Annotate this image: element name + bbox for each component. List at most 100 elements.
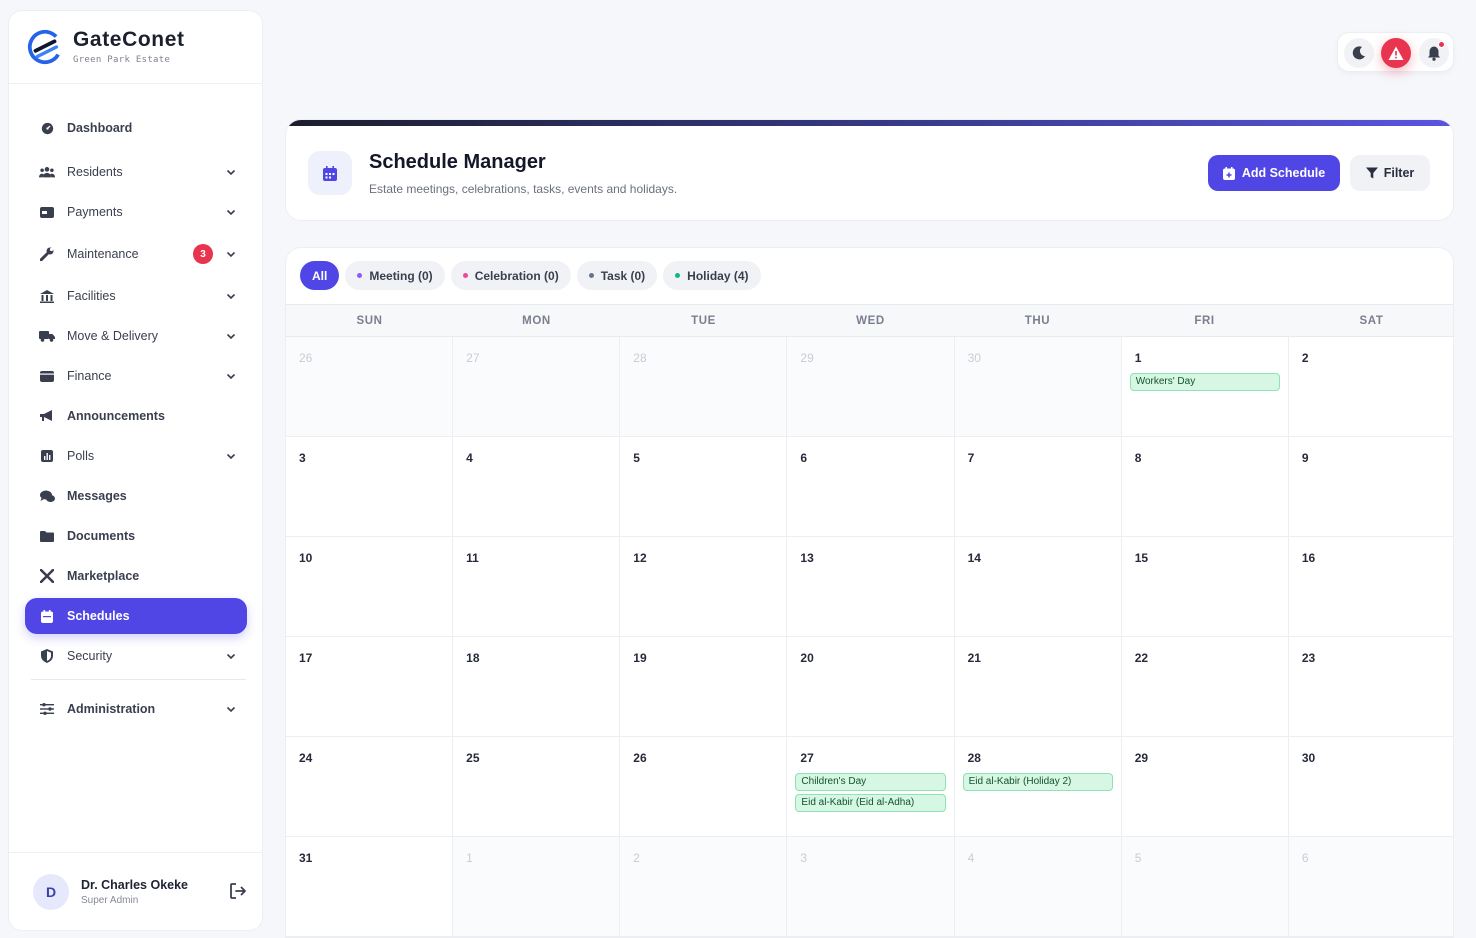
calendar-day[interactable]: 13	[787, 537, 955, 636]
sidebar-item-facilities[interactable]: Facilities	[25, 278, 247, 314]
calendar-day[interactable]: 24	[286, 737, 454, 836]
calendar-day[interactable]: 12	[620, 537, 788, 636]
weekday-label: SUN	[356, 315, 383, 327]
building-icon	[39, 288, 55, 304]
calendar-day[interactable]: 16	[1289, 537, 1453, 636]
megaphone-icon	[39, 408, 55, 424]
day-events: Eid al-Kabir (Holiday 2)	[962, 773, 1113, 794]
calendar-plus-icon	[1222, 166, 1235, 180]
calendar-day-other-month[interactable]: 3	[787, 837, 955, 936]
sidebar-item-residents[interactable]: Residents	[25, 154, 247, 190]
calendar-day[interactable]: 7	[955, 437, 1122, 536]
day-number: 31	[299, 851, 313, 865]
sidebar-item-finance[interactable]: Finance	[25, 358, 247, 394]
sidebar-item-dashboard[interactable]: Dashboard	[25, 110, 247, 146]
calendar-day[interactable]: 27 Children's Day Eid al-Kabir (Eid al-Adh…	[787, 737, 955, 836]
filter-chip-celebration[interactable]: Celebration (0)	[450, 261, 571, 290]
truck-icon	[39, 328, 55, 344]
calendar-day-other-month[interactable]: 27	[453, 337, 621, 436]
calendar-day-other-month[interactable]: 4	[954, 837, 1122, 936]
calendar-day[interactable]: 15	[1122, 537, 1289, 636]
calendar-day[interactable]: 29	[1122, 737, 1289, 836]
calendar-day[interactable]: 3	[286, 437, 454, 536]
calendar-day[interactable]: 30	[1289, 737, 1453, 836]
calendar-day[interactable]: 8	[1122, 437, 1289, 536]
calendar-day[interactable]: 31	[286, 837, 454, 936]
calendar-day[interactable]: 2	[1289, 337, 1453, 436]
calendar-day[interactable]: 11	[453, 537, 621, 636]
sidebar-item-label: Messages	[67, 489, 127, 503]
notifications-button[interactable]	[1419, 38, 1449, 68]
sidebar-item-messages[interactable]: Messages	[25, 478, 247, 514]
brand[interactable]: GateConet Green Park Estate	[9, 11, 262, 84]
calendar-day[interactable]: 26	[620, 737, 788, 836]
calendar-week-row: 26 27 28 29 30 1 Workers' Day 2	[286, 337, 1453, 437]
sidebar-item-documents[interactable]: Documents	[25, 518, 247, 554]
calendar-day[interactable]: 20	[787, 637, 955, 736]
day-number: 6	[800, 451, 808, 465]
calendar-day-other-month[interactable]: 5	[1121, 837, 1289, 936]
calendar-day[interactable]: 10	[286, 537, 454, 636]
filter-button[interactable]: Filter	[1350, 155, 1430, 191]
calendar-day-other-month[interactable]: 28	[620, 337, 788, 436]
calendar-week-row: 10 11 12 13 14 15 16	[286, 537, 1453, 637]
wallet-icon	[39, 368, 55, 384]
calendar-day[interactable]: 28 Eid al-Kabir (Holiday 2)	[955, 737, 1122, 836]
calendar-weeks: 26 27 28 29 30 1 Workers' Day 2 3 4 5 6 7 8 9 10 11 12 13 1…	[286, 337, 1453, 937]
calendar-day[interactable]: 6	[787, 437, 955, 536]
top-toolbar	[1337, 32, 1454, 72]
calendar-day[interactable]: 18	[453, 637, 621, 736]
holiday-event[interactable]: Eid al-Kabir (Holiday 2)	[962, 773, 1113, 791]
sidebar-item-schedules[interactable]: Schedules	[25, 598, 247, 634]
sidebar-item-label: Security	[67, 649, 113, 663]
sidebar-item-polls[interactable]: Polls	[25, 438, 247, 474]
calendar-day-other-month[interactable]: 6	[1288, 837, 1453, 936]
holiday-event[interactable]: Eid al-Kabir (Eid al-Adha)	[795, 794, 946, 812]
sidebar-item-label: Maintenance	[67, 247, 139, 261]
holiday-event[interactable]: Children's Day	[795, 773, 946, 791]
add-schedule-button[interactable]: Add Schedule	[1208, 155, 1340, 191]
user-role: Super Admin	[81, 894, 139, 906]
calendar-day[interactable]: 25	[453, 737, 621, 836]
calendar-day[interactable]: 9	[1289, 437, 1453, 536]
calendar-day[interactable]: 1 Workers' Day	[1122, 337, 1289, 436]
calendar-day-other-month[interactable]: 2	[620, 837, 788, 936]
calendar-day[interactable]: 5	[620, 437, 788, 536]
calendar-day-other-month[interactable]: 1	[453, 837, 621, 936]
chip-label: Meeting (0)	[369, 268, 433, 283]
dark-mode-toggle[interactable]	[1344, 38, 1374, 68]
day-number: 26	[299, 351, 313, 365]
page-subtitle: Estate meetings, celebrations, tasks, ev…	[369, 182, 678, 196]
filter-chip-task[interactable]: Task (0)	[576, 261, 658, 290]
sidebar-item-administration[interactable]: Administration	[25, 691, 247, 727]
holiday-event[interactable]: Workers' Day	[1129, 373, 1280, 391]
emergency-alert-button[interactable]	[1381, 38, 1411, 68]
calendar-day[interactable]: 23	[1289, 637, 1453, 736]
sliders-icon	[39, 701, 55, 717]
user-profile[interactable]: D Dr. Charles Okeke Super Admin	[9, 852, 262, 930]
filter-chip-all[interactable]: All	[300, 261, 340, 290]
calendar-day[interactable]: 4	[453, 437, 621, 536]
sidebar-item-marketplace[interactable]: Marketplace	[25, 558, 247, 594]
sidebar-item-security[interactable]: Security	[25, 638, 247, 674]
calendar-day-other-month[interactable]: 29	[787, 337, 955, 436]
filter-chip-holiday[interactable]: Holiday (4)	[663, 261, 761, 290]
calendar-day[interactable]: 19	[620, 637, 788, 736]
sidebar-item-move-delivery[interactable]: Move & Delivery	[25, 318, 247, 354]
filter-chip-meeting[interactable]: Meeting (0)	[345, 261, 445, 290]
sidebar-item-announcements[interactable]: Announcements	[25, 398, 247, 434]
calendar-day[interactable]: 21	[955, 637, 1122, 736]
sidebar: GateConet Green Park Estate Dashboard Re…	[8, 10, 263, 931]
sidebar-item-payments[interactable]: Payments	[25, 194, 247, 230]
sidebar-item-maintenance[interactable]: Maintenance 3	[25, 236, 247, 272]
holiday-dot	[675, 273, 681, 278]
calendar-day-other-month[interactable]: 30	[954, 337, 1122, 436]
calendar-day[interactable]: 17	[286, 637, 454, 736]
category-filter-tabs: All Meeting (0) Celebration (0) Task (0)…	[300, 261, 761, 291]
calendar-day[interactable]: 22	[1122, 637, 1289, 736]
calendar-day-other-month[interactable]: 26	[286, 337, 454, 436]
calendar-day[interactable]: 14	[955, 537, 1122, 636]
logout-icon[interactable]	[228, 881, 248, 901]
sidebar-item-label: Payments	[67, 205, 123, 219]
day-number: 5	[633, 451, 640, 465]
